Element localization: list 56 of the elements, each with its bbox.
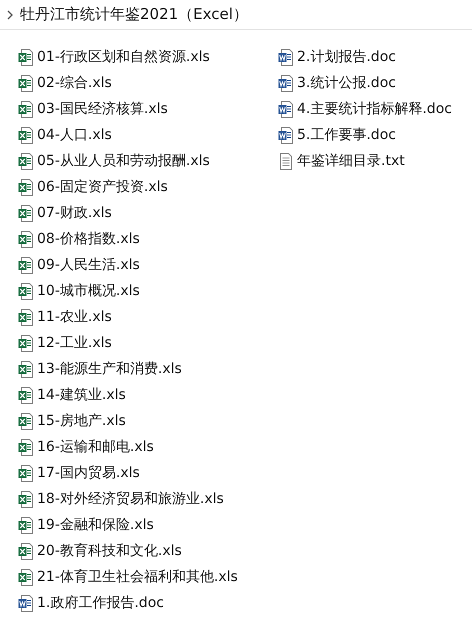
spreadsheet-file-icon	[18, 256, 34, 274]
spreadsheet-file-icon	[18, 152, 34, 170]
file-name[interactable]: 17-国内贸易.xls	[37, 464, 140, 482]
file-name[interactable]: 16-运输和邮电.xls	[37, 438, 154, 456]
spreadsheet-file-icon	[18, 126, 34, 144]
file-name[interactable]: 2.计划报告.doc	[297, 48, 396, 66]
file-name[interactable]: 05-从业人员和劳动报酬.xls	[37, 152, 210, 170]
spreadsheet-file-icon	[18, 360, 34, 378]
file-name[interactable]: 20-教育科技和文化.xls	[37, 542, 182, 560]
folder-title: 牡丹江市统计年鉴2021（Excel）	[20, 5, 248, 24]
spreadsheet-file-icon	[18, 386, 34, 404]
file-name[interactable]: 年鉴详细目录.txt	[297, 152, 405, 170]
file-name[interactable]: 03-国民经济核算.xls	[37, 100, 168, 118]
file-name[interactable]: 07-财政.xls	[37, 204, 112, 222]
file-name[interactable]: 15-房地产.xls	[37, 412, 126, 430]
spreadsheet-file-icon	[18, 542, 34, 560]
file-name[interactable]: 13-能源生产和消费.xls	[37, 360, 182, 378]
file-name[interactable]: 18-对外经济贸易和旅游业.xls	[37, 490, 224, 508]
file-name[interactable]: 1.政府工作报告.doc	[37, 594, 164, 612]
word-file-icon	[278, 126, 294, 144]
chevron-icon[interactable]	[6, 10, 14, 20]
file-name[interactable]: 21-体育卫生社会福利和其他.xls	[37, 568, 238, 586]
file-name[interactable]: 14-建筑业.xls	[37, 386, 126, 404]
spreadsheet-file-icon	[18, 100, 34, 118]
spreadsheet-file-icon	[18, 48, 34, 66]
file-name[interactable]: 4.主要统计指标解释.doc	[297, 100, 452, 118]
spreadsheet-file-icon	[18, 230, 34, 248]
word-file-icon	[18, 594, 34, 612]
file-name[interactable]: 3.统计公报.doc	[297, 74, 396, 92]
file-name[interactable]: 12-工业.xls	[37, 334, 112, 352]
spreadsheet-file-icon	[18, 308, 34, 326]
file-name[interactable]: 19-金融和保险.xls	[37, 516, 154, 534]
file-name[interactable]: 08-价格指数.xls	[37, 230, 140, 248]
spreadsheet-file-icon	[18, 438, 34, 456]
file-name[interactable]: 09-人民生活.xls	[37, 256, 140, 274]
file-name[interactable]: 5.工作要事.doc	[297, 126, 396, 144]
word-file-icon	[278, 48, 294, 66]
text-file-icon	[278, 152, 294, 170]
spreadsheet-file-icon	[18, 334, 34, 352]
spreadsheet-file-icon	[18, 568, 34, 586]
word-file-icon	[278, 100, 294, 118]
word-file-icon	[278, 74, 294, 92]
file-name[interactable]: 11-农业.xls	[37, 308, 112, 326]
file-name[interactable]: 10-城市概况.xls	[37, 282, 140, 300]
spreadsheet-file-icon	[18, 204, 34, 222]
file-name[interactable]: 01-行政区划和自然资源.xls	[37, 48, 210, 66]
spreadsheet-file-icon	[18, 282, 34, 300]
spreadsheet-file-icon	[18, 464, 34, 482]
spreadsheet-file-icon	[18, 490, 34, 508]
spreadsheet-file-icon	[18, 412, 34, 430]
file-name[interactable]: 04-人口.xls	[37, 126, 112, 144]
file-name[interactable]: 02-综合.xls	[37, 74, 112, 92]
file-name[interactable]: 06-固定资产投资.xls	[37, 178, 168, 196]
spreadsheet-file-icon	[18, 178, 34, 196]
spreadsheet-file-icon	[18, 74, 34, 92]
spreadsheet-file-icon	[18, 516, 34, 534]
